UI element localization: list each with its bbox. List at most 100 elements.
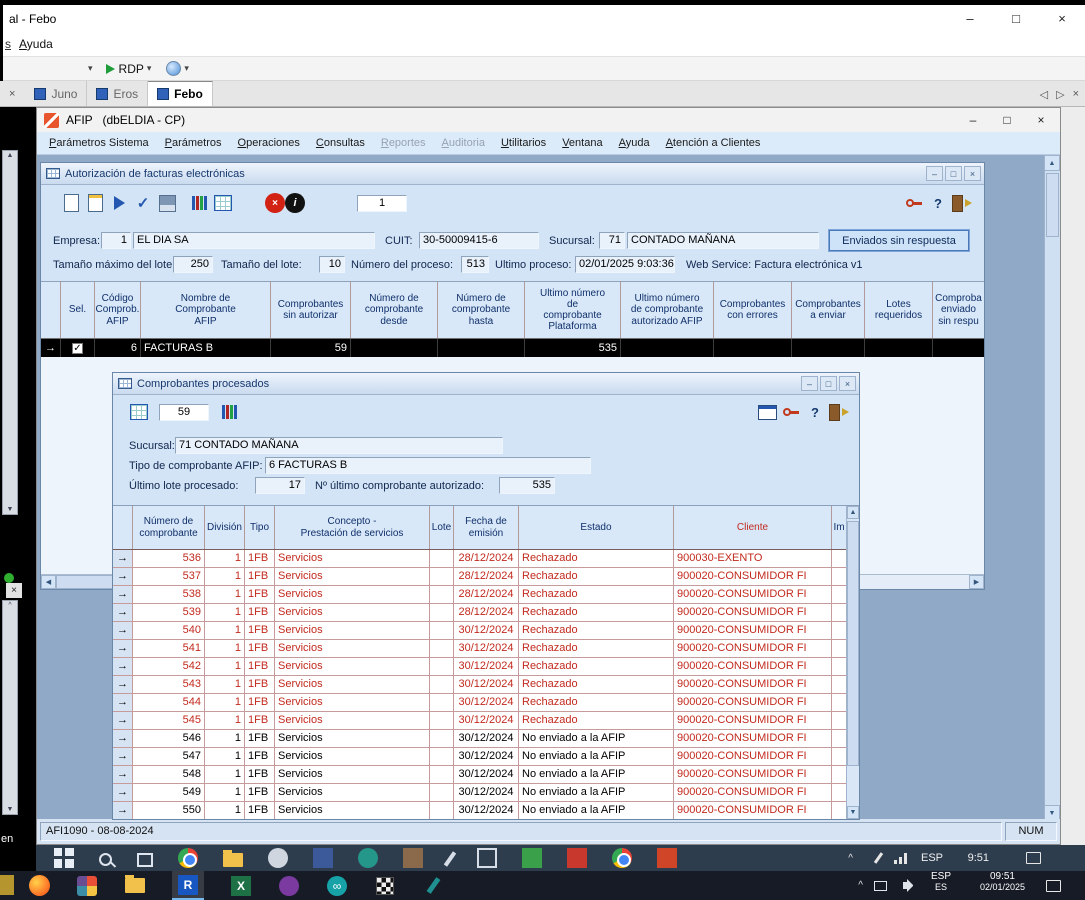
pen-app-icon[interactable] <box>426 877 440 894</box>
browser-icon[interactable] <box>178 848 198 868</box>
key-icon[interactable] <box>779 400 803 424</box>
edit-record-icon[interactable] <box>83 191 107 215</box>
empresa-name-field[interactable]: EL DIA SA <box>133 232 375 249</box>
scroll-right-icon[interactable]: ▶ <box>969 575 984 589</box>
confirm-icon[interactable]: ✓ <box>131 191 155 215</box>
host-close-button[interactable]: × <box>1039 5 1085 32</box>
afip-titlebar[interactable]: AFIP (dbELDIA - CP) – □ × <box>37 108 1060 132</box>
record-counter-field[interactable]: 1 <box>357 195 407 212</box>
speaker-icon[interactable] <box>903 871 913 900</box>
host-titlebar[interactable]: al - Febo – □ × <box>3 5 1085 32</box>
network-icon[interactable] <box>892 845 907 871</box>
proc-table-row[interactable]: → 547 1 1FB Servicios 30/12/2024 No envi… <box>113 748 846 766</box>
key-icon[interactable] <box>902 191 926 215</box>
red-app-icon[interactable] <box>567 848 587 868</box>
clock[interactable]: 09:51 02/01/2025 <box>980 871 1025 900</box>
search-icon[interactable] <box>99 853 112 866</box>
scroll-up-icon[interactable]: ▲ <box>1044 155 1060 171</box>
host-scrollbar-fragment[interactable]: ▲ ▼ <box>2 150 18 515</box>
language-indicator[interactable]: ESP <box>921 845 943 871</box>
tab-febo[interactable]: Febo <box>148 81 213 106</box>
enviados-sin-respuesta-button[interactable]: Enviados sin respuesta <box>829 230 969 251</box>
proc-table-row[interactable]: → 548 1 1FB Servicios 30/12/2024 No envi… <box>113 766 846 784</box>
scrollbar-thumb[interactable] <box>847 521 859 766</box>
browser-icon-2[interactable] <box>612 848 632 868</box>
sel-checkbox-cell[interactable]: ✓ <box>61 339 95 357</box>
excel-icon[interactable]: X <box>231 876 251 896</box>
minimize-button[interactable]: – <box>926 166 943 181</box>
autorizacion-titlebar[interactable]: Autorización de facturas electrónicas – … <box>41 163 984 185</box>
afip-close-button[interactable]: × <box>1024 108 1058 132</box>
file-explorer-icon[interactable] <box>223 853 243 867</box>
host-maximize-button[interactable]: □ <box>993 5 1039 32</box>
scroll-left-icon[interactable]: ◀ <box>41 575 56 589</box>
proc-table-row[interactable]: → 540 1 1FB Servicios 30/12/2024 Rechaza… <box>113 622 846 640</box>
maximize-button[interactable]: □ <box>945 166 962 181</box>
mdi-vertical-scrollbar[interactable]: ▲ ▼ <box>1044 155 1060 821</box>
firefox-icon[interactable] <box>29 875 50 896</box>
chat-icon[interactable] <box>358 848 378 868</box>
scroll-down-icon[interactable]: ▼ <box>847 806 859 819</box>
contacts-icon[interactable] <box>268 848 288 868</box>
proc-table-row[interactable]: → 538 1 1FB Servicios 28/12/2024 Rechaza… <box>113 586 846 604</box>
tab-close-icon[interactable]: × <box>1073 88 1079 100</box>
scroll-down-icon[interactable]: ▼ <box>3 506 17 513</box>
menu-consultas[interactable]: Consultas <box>308 134 373 152</box>
empresa-code-field[interactable]: 1 <box>101 232 131 249</box>
close-icon[interactable]: × <box>6 583 22 598</box>
erp-app-icon[interactable] <box>657 848 677 868</box>
paint-app-icon[interactable] <box>77 876 97 896</box>
afip-maximize-button[interactable]: □ <box>990 108 1024 132</box>
scroll-up-icon[interactable]: ▲ <box>847 506 859 519</box>
run-process-icon[interactable] <box>107 191 131 215</box>
teal-app-icon[interactable]: ∞ <box>327 876 347 896</box>
checkbox-checked[interactable]: ✓ <box>72 343 83 354</box>
network-icon[interactable] <box>874 871 887 900</box>
proc-table-row[interactable]: → 541 1 1FB Servicios 30/12/2024 Rechaza… <box>113 640 846 658</box>
toolbar-dropdown-icon[interactable]: ▾ <box>85 63 96 74</box>
close-button[interactable]: × <box>839 376 856 391</box>
tab-juno[interactable]: Juno <box>25 81 87 106</box>
app-icon-blue[interactable] <box>313 848 333 868</box>
columns-icon[interactable] <box>187 191 211 215</box>
active-app-button[interactable]: R <box>172 871 204 900</box>
numero-proceso-field[interactable]: 513 <box>461 256 489 273</box>
panel-close-icon[interactable]: × <box>9 88 15 100</box>
menu-parametros[interactable]: Parámetros <box>157 134 230 152</box>
help-icon[interactable]: ? <box>803 400 827 424</box>
proc-table-row[interactable]: → 543 1 1FB Servicios 30/12/2024 Rechaza… <box>113 676 846 694</box>
pen-app-icon[interactable] <box>444 851 456 866</box>
rdp-button[interactable]: RDP <box>119 62 144 76</box>
notification-center-icon[interactable] <box>1046 871 1061 900</box>
rdp-dropdown-icon[interactable]: ▾ <box>144 63 155 74</box>
comprobantes-titlebar[interactable]: Comprobantes procesados – □ × <box>113 373 859 395</box>
scroll-up-icon[interactable]: ^ <box>3 602 17 609</box>
file-explorer-icon[interactable] <box>125 878 145 893</box>
scroll-down-icon[interactable]: ▼ <box>3 806 17 813</box>
game-app-icon[interactable] <box>279 876 299 896</box>
menu-atencion-clientes[interactable]: Atención a Clientes <box>658 134 769 152</box>
table-icon[interactable] <box>755 400 779 424</box>
stop-icon[interactable]: × <box>265 193 285 213</box>
clock[interactable]: 9:51 <box>968 845 989 871</box>
proc-vertical-scrollbar[interactable]: ▲ ▼ <box>846 506 859 819</box>
box-app-icon[interactable] <box>477 848 497 868</box>
proc-table-row[interactable]: → 546 1 1FB Servicios 30/12/2024 No envi… <box>113 730 846 748</box>
tab-scroll-right-icon[interactable]: ▷ <box>1056 88 1064 101</box>
globe-icon[interactable] <box>166 61 181 76</box>
scroll-up-icon[interactable]: ▲ <box>3 152 17 159</box>
tamano-maximo-field[interactable]: 250 <box>173 256 213 273</box>
menu-parametros-sistema[interactable]: Parámetros Sistema <box>41 134 157 152</box>
exit-icon[interactable] <box>827 400 851 424</box>
start-button-icon[interactable] <box>54 848 74 868</box>
tamano-lote-field[interactable]: 10 <box>319 256 345 273</box>
save-icon[interactable] <box>155 191 179 215</box>
language-indicator[interactable]: ESP ES <box>931 871 951 900</box>
proc-table-row[interactable]: → 544 1 1FB Servicios 30/12/2024 Rechaza… <box>113 694 846 712</box>
proc-table-row[interactable]: → 545 1 1FB Servicios 30/12/2024 Rechaza… <box>113 712 846 730</box>
book-app-icon[interactable] <box>403 848 423 868</box>
proc-table-row[interactable]: → 537 1 1FB Servicios 28/12/2024 Rechaza… <box>113 568 846 586</box>
checkered-flag-icon[interactable] <box>376 877 394 895</box>
cuit-field[interactable]: 30-50009415-6 <box>419 232 539 249</box>
auth-selected-row[interactable]: → ✓ 6 FACTURAS B 59 535 <box>41 339 984 357</box>
